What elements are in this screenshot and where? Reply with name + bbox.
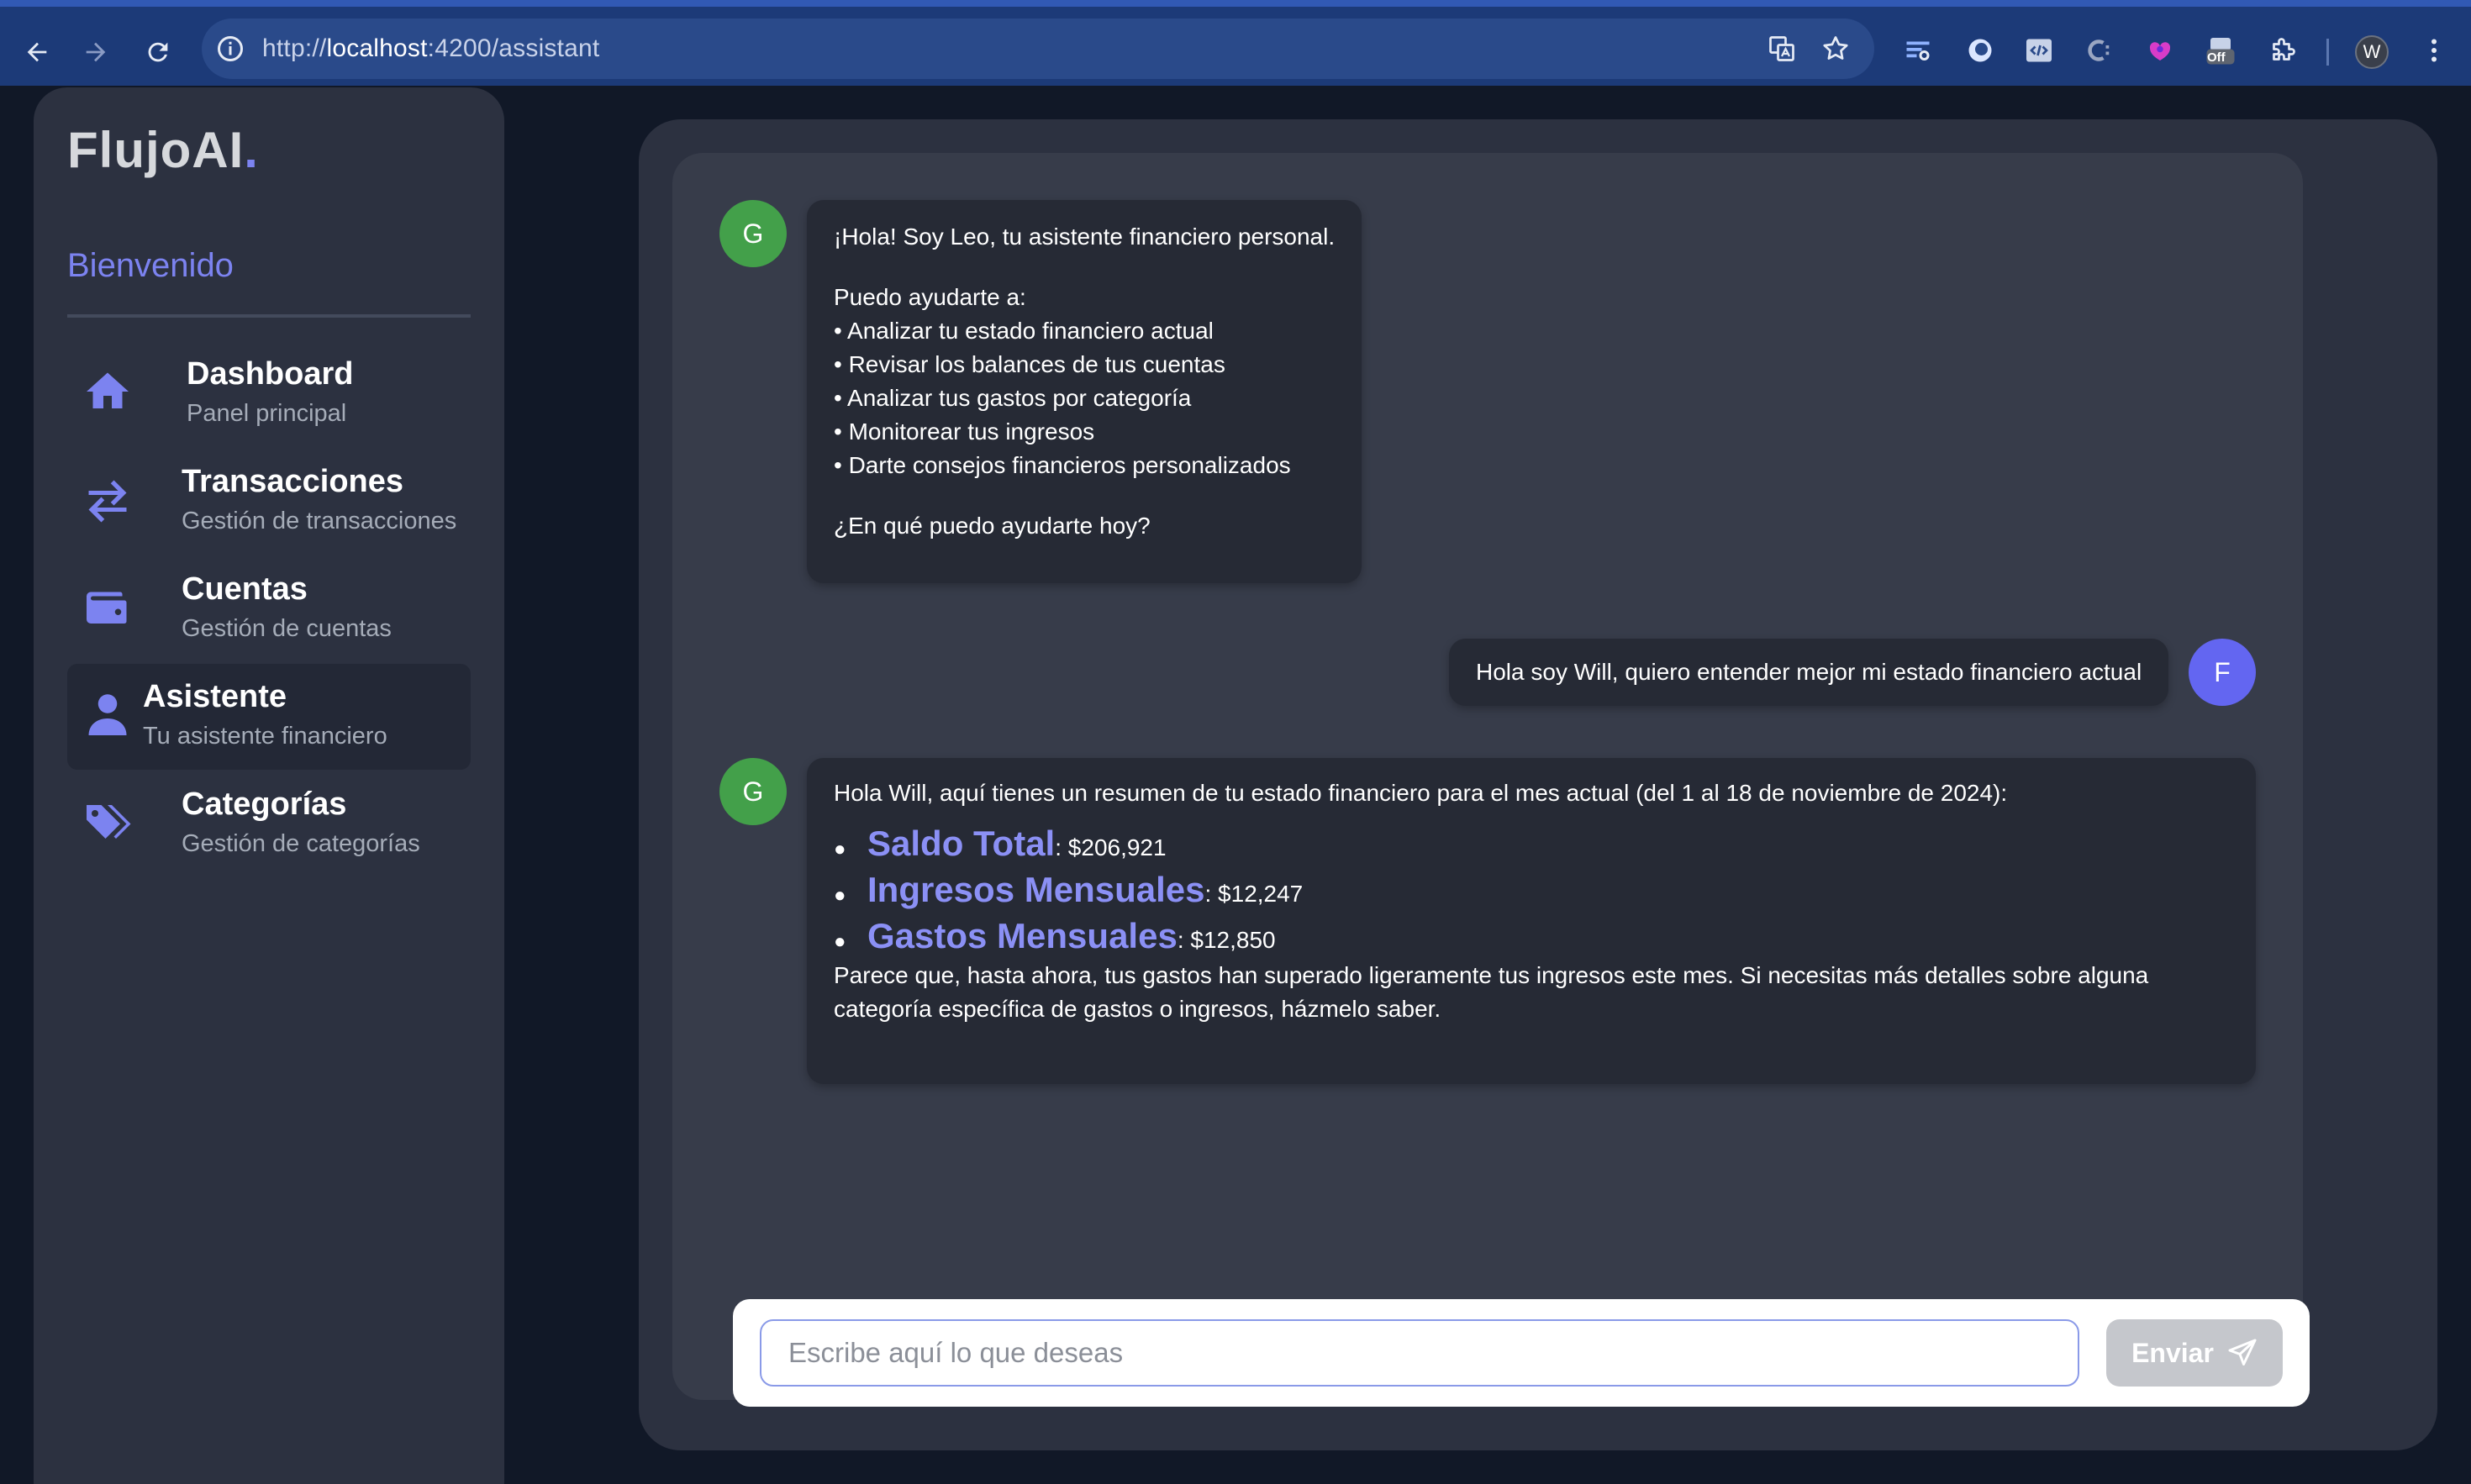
extension-off-icon[interactable]: Off	[2204, 34, 2237, 67]
summary-label: Saldo Total	[867, 824, 1056, 863]
wallet-icon	[79, 578, 136, 635]
sidebar-item-subtitle: Tu asistente financiero	[143, 723, 387, 750]
summary-value: : $12,247	[1204, 881, 1304, 907]
site-info-icon[interactable]	[215, 34, 245, 64]
swap-arrows-icon	[79, 471, 136, 528]
sidebar-item-cuentas[interactable]: Cuentas Gestión de cuentas	[67, 556, 471, 662]
message-intro: Hola Will, aquí tienes un resumen de tu …	[834, 780, 2008, 806]
sidebar-item-subtitle: Gestión de categorías	[182, 830, 420, 857]
sidebar: FlujoAI. Bienvenido Dashboard Panel prin…	[34, 87, 504, 1484]
extension-off-badge: Off	[2207, 50, 2226, 65]
summary-item: ● Gastos Mensuales : $12,850	[834, 916, 2229, 959]
assistant-message: Hola Will, aquí tienes un resumen de tu …	[807, 758, 2256, 1084]
toolbar-divider	[2326, 39, 2329, 66]
sidebar-item-title: Asistente	[143, 679, 287, 714]
assistant-avatar: G	[719, 758, 787, 825]
address-bar[interactable]: http://localhost:4200/assistant	[202, 18, 1874, 79]
sidebar-item-title: Transacciones	[182, 464, 404, 499]
user-avatar: F	[2189, 639, 2256, 706]
user-icon	[79, 686, 136, 743]
summary-label: Gastos Mensuales	[867, 916, 1178, 955]
message-outro: categoría específica de gastos o ingreso…	[834, 996, 1441, 1022]
sidebar-item-asistente[interactable]: Asistente Tu asistente financiero	[67, 664, 471, 770]
message-input[interactable]	[760, 1319, 2079, 1387]
send-button-label: Enviar	[2131, 1337, 2214, 1368]
assistant-avatar: G	[719, 200, 787, 267]
message-line: • Analizar tus gastos por categoría	[834, 385, 1192, 411]
sidebar-divider	[67, 314, 471, 318]
send-button[interactable]: Enviar	[2106, 1319, 2283, 1387]
message-line: • Monitorear tus ingresos	[834, 418, 1095, 445]
welcome-heading: Bienvenido	[67, 247, 234, 284]
app-logo[interactable]: FlujoAI.	[67, 121, 259, 179]
browser-toolbar: http://localhost:4200/assistant Off W	[0, 0, 2471, 86]
profile-avatar[interactable]: W	[2355, 35, 2389, 69]
sidebar-item-subtitle: Panel principal	[187, 400, 347, 427]
summary-value: : $12,850	[1177, 927, 1276, 953]
message-text: Hola soy Will, quiero entender mejor mi …	[1476, 659, 2142, 685]
extension-code-icon[interactable]	[2022, 34, 2056, 67]
url-text: http://localhost:4200/assistant	[262, 34, 600, 62]
extension-purple-icon[interactable]	[2143, 34, 2177, 67]
summary-label: Ingresos Mensuales	[867, 870, 1205, 909]
bullet: ●	[834, 838, 846, 860]
assistant-message: ¡Hola! Soy Leo, tu asistente financiero …	[807, 200, 1362, 583]
message-line: ¡Hola! Soy Leo, tu asistente financiero …	[834, 224, 1336, 250]
back-arrow-icon	[27, 42, 47, 62]
back-button[interactable]	[13, 29, 61, 76]
extension-filter-icon[interactable]	[1901, 34, 1935, 67]
tags-icon	[79, 793, 136, 850]
bullet: ●	[834, 930, 846, 953]
paper-plane-icon	[2228, 1339, 2257, 1366]
sidebar-item-categorias[interactable]: Categorías Gestión de categorías	[67, 771, 471, 877]
message-outro: Parece que, hasta ahora, tus gastos han …	[834, 962, 2149, 988]
sidebar-item-title: Cuentas	[182, 571, 308, 607]
home-icon	[79, 363, 136, 420]
bullet: ●	[834, 884, 846, 907]
extension-circle-icon[interactable]	[1963, 34, 1997, 67]
sidebar-item-title: Categorías	[182, 787, 347, 822]
browser-menu-icon[interactable]	[2417, 34, 2451, 67]
message-line: ¿En qué puedo ayudarte hoy?	[834, 513, 1151, 539]
sidebar-item-dashboard[interactable]: Dashboard Panel principal	[67, 341, 471, 447]
sidebar-item-subtitle: Gestión de transacciones	[182, 508, 457, 534]
reload-button[interactable]	[134, 29, 182, 76]
extension-c-icon[interactable]	[2083, 34, 2116, 67]
chat-panel: G ¡Hola! Soy Leo, tu asistente financier…	[672, 153, 2310, 1407]
bookmark-star-icon[interactable]	[1820, 34, 1851, 64]
extensions-puzzle-icon[interactable]	[2266, 34, 2300, 67]
main-content: G ¡Hola! Soy Leo, tu asistente financier…	[639, 119, 2437, 1450]
message-line: • Darte consejos financieros personaliza…	[834, 452, 1291, 478]
sidebar-item-subtitle: Gestión de cuentas	[182, 615, 392, 642]
message-composer: Enviar	[733, 1299, 2310, 1407]
message-line: Puedo ayudarte a:	[834, 284, 1026, 310]
translate-icon[interactable]	[1767, 34, 1797, 64]
sidebar-item-transacciones[interactable]: Transacciones Gestión de transacciones	[67, 449, 471, 555]
forward-arrow-icon	[86, 42, 106, 62]
summary-value: : $206,921	[1055, 834, 1167, 860]
message-line: • Revisar los balances de tus cuentas	[834, 351, 1225, 377]
message-line: • Analizar tu estado financiero actual	[834, 318, 1214, 344]
reload-icon	[148, 42, 168, 62]
summary-item: ● Saldo Total : $206,921	[834, 824, 2229, 866]
summary-item: ● Ingresos Mensuales : $12,247	[834, 870, 2229, 913]
user-message: Hola soy Will, quiero entender mejor mi …	[1449, 639, 2168, 706]
forward-button[interactable]	[72, 29, 119, 76]
sidebar-item-title: Dashboard	[187, 356, 354, 392]
